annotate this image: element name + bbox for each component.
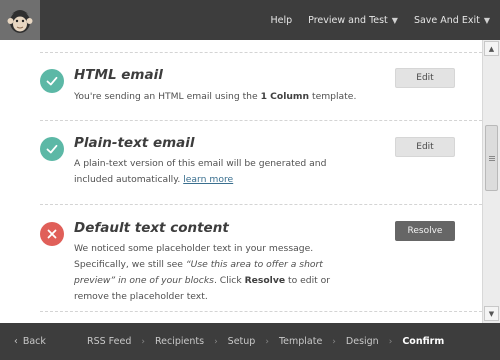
section-description: A plain-text version of this email will … [74, 156, 344, 188]
chevron-right-icon: › [388, 336, 393, 347]
section-title: Plain-text email [74, 135, 195, 151]
divider [40, 120, 482, 121]
step-confirm[interactable]: Confirm [402, 336, 444, 347]
confirm-checklist: HTML email You're sending an HTML email … [0, 40, 482, 323]
step-rss-feed[interactable]: RSS Feed [87, 336, 131, 347]
save-and-exit-menu[interactable]: Save And Exit ▼ [414, 15, 490, 26]
chimp-logo[interactable] [0, 0, 40, 40]
chevron-right-icon: › [214, 336, 218, 347]
chevron-right-icon: › [141, 336, 145, 347]
success-status-icon [40, 69, 64, 93]
chevron-right-icon: › [332, 336, 336, 347]
help-label: Help [270, 14, 293, 26]
preview-and-test-label: Preview and Test [308, 14, 388, 26]
section-description: You're sending an HTML email using the 1… [74, 89, 374, 105]
help-link[interactable]: Help [271, 15, 293, 26]
chevron-down-icon: ▼ [483, 15, 490, 25]
step-design[interactable]: Design [346, 336, 379, 347]
edit-html-email-button[interactable]: Edit [395, 68, 455, 88]
chevron-right-icon: › [265, 336, 269, 347]
bottom-bar: ‹ Back RSS Feed › Recipients › Setup › T… [0, 323, 500, 360]
section-title: HTML email [74, 67, 163, 83]
template-name: 1 Column [260, 91, 310, 102]
check-icon [46, 76, 58, 86]
top-bar: Help Preview and Test ▼ Save And Exit ▼ [0, 0, 500, 40]
section-description: We noticed some placeholder text in your… [74, 241, 364, 305]
scrollbar-thumb[interactable] [485, 125, 498, 191]
desc-text: template. [309, 91, 357, 102]
edit-plain-text-button[interactable]: Edit [395, 137, 455, 157]
chimp-logo-icon [7, 10, 33, 33]
campaign-steps: RSS Feed › Recipients › Setup › Template… [87, 336, 444, 347]
top-nav: Help Preview and Test ▼ Save And Exit ▼ [271, 0, 491, 40]
resolve-keyword: Resolve [244, 275, 286, 286]
divider [40, 52, 482, 53]
preview-and-test-menu[interactable]: Preview and Test ▼ [308, 15, 398, 26]
error-status-icon [40, 222, 64, 246]
vertical-scrollbar[interactable]: ▲ ▼ [482, 40, 500, 323]
scroll-down-arrow-icon[interactable]: ▼ [484, 306, 499, 321]
resolve-button[interactable]: Resolve [395, 221, 455, 241]
scroll-up-arrow-icon[interactable]: ▲ [484, 41, 499, 56]
back-label: Back [22, 336, 46, 347]
x-icon [47, 229, 57, 239]
learn-more-link[interactable]: learn more [183, 174, 233, 185]
step-recipients[interactable]: Recipients [155, 336, 204, 347]
step-setup[interactable]: Setup [228, 336, 256, 347]
chevron-left-icon: ‹ [14, 336, 18, 347]
section-title: Default text content [74, 220, 229, 236]
desc-text: You're sending an HTML email using the [74, 91, 261, 102]
check-icon [46, 144, 58, 154]
divider [40, 204, 482, 205]
desc-text: . Click [213, 275, 245, 286]
chevron-down-icon: ▼ [391, 15, 398, 25]
divider [40, 311, 482, 312]
save-and-exit-label: Save And Exit [413, 14, 480, 26]
success-status-icon [40, 137, 64, 161]
step-template[interactable]: Template [279, 336, 322, 347]
back-button[interactable]: ‹ Back [14, 336, 46, 347]
